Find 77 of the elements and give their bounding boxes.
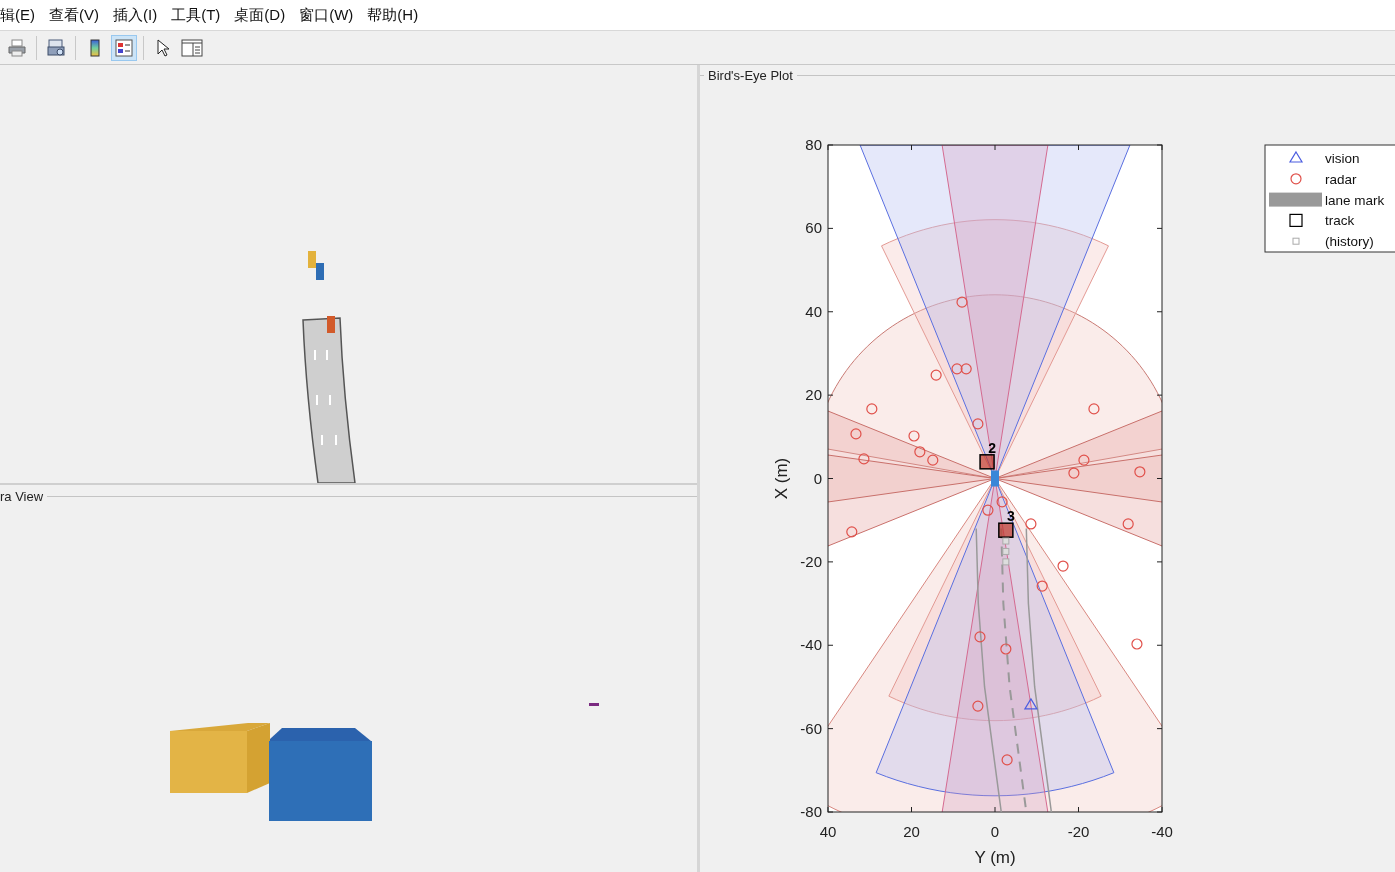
radar-detection (951, 363, 963, 375)
axis-label: Y (m) (974, 848, 1016, 867)
radar-detection (1131, 638, 1143, 650)
menu-item[interactable]: 工具(T) (171, 5, 221, 25)
history-marker (1002, 547, 1010, 555)
track-marker (998, 522, 1014, 538)
menu-item[interactable]: 窗口(W) (299, 5, 354, 25)
tick-label: -60 (800, 719, 822, 737)
radar-detection (914, 446, 926, 458)
radar-detection (1088, 403, 1100, 415)
tick-label: -40 (800, 636, 822, 654)
radar-detection (974, 631, 986, 643)
legend-button[interactable] (111, 34, 137, 61)
tick-label: 40 (819, 823, 837, 840)
vehicle-icon (327, 316, 335, 333)
radar-detection (972, 418, 984, 430)
property-panel-icon (181, 37, 203, 58)
radar-detection (846, 526, 858, 538)
legend-label: (history) (1325, 234, 1374, 250)
track-label: 3 (1006, 508, 1015, 525)
radar-detection (960, 363, 972, 375)
printer-icon (7, 37, 27, 58)
tick-label: 20 (903, 823, 920, 840)
radar-detection (996, 496, 1008, 508)
tick-label: 0 (813, 469, 822, 487)
panel-title: Bird's-Eye Plot (708, 67, 793, 83)
tick-label: -20 (800, 552, 822, 570)
legend-triangle-icon (1288, 150, 1304, 163)
history-marker (1002, 558, 1010, 566)
history-marker (1002, 537, 1010, 545)
radar-detection (1068, 467, 1080, 479)
print-preview-icon (46, 37, 66, 58)
menu-item[interactable]: 桌面(D) (234, 5, 286, 25)
legend-label: track (1325, 213, 1355, 229)
radar-detection (982, 504, 994, 516)
tick-label: 20 (805, 386, 822, 404)
radar-detection (956, 296, 968, 308)
tick-label: 0 (990, 823, 1000, 840)
legend-circle-icon (1290, 173, 1302, 185)
axis-label: X (m) (772, 457, 791, 500)
tick-label: 80 (805, 136, 822, 153)
tick-label: 60 (805, 219, 822, 237)
radar-detection (972, 700, 984, 712)
radar-detection (858, 453, 870, 465)
radar-detection (1134, 466, 1146, 478)
menu-item[interactable]: 插入(I) (113, 5, 158, 25)
menu-item[interactable]: 帮助(H) (367, 5, 419, 25)
vision-detection (1023, 697, 1038, 710)
panel-title: ra View (0, 488, 44, 504)
radar-detection (1001, 754, 1013, 766)
tick-label: -80 (800, 803, 822, 820)
legend-label: vision (1325, 151, 1360, 166)
marker-drawing (589, 703, 599, 706)
radar-detection (850, 428, 862, 440)
ego-vehicle (991, 470, 999, 487)
legend-icon (114, 37, 134, 58)
tick-label: 40 (805, 302, 822, 320)
radar-detection (908, 430, 920, 442)
legend-label: lane mark (1325, 192, 1385, 208)
legend-label: radar (1325, 171, 1357, 187)
radar-detection (1057, 560, 1069, 572)
radar-detection (930, 369, 942, 381)
radar-detection (866, 403, 878, 415)
tick-label: -20 (1067, 823, 1090, 840)
radar-detection (1036, 580, 1048, 592)
tick-label: -40 (1151, 823, 1173, 840)
radar-detection (927, 454, 939, 466)
track-marker (979, 454, 995, 470)
menu-item[interactable]: 查看(V) (49, 5, 99, 25)
radar-detection (1078, 454, 1090, 466)
track-label: 2 (988, 439, 996, 456)
radar-detection (1000, 643, 1012, 655)
radar-detection (1025, 518, 1037, 530)
legend-square-icon (1292, 237, 1300, 245)
legend-square-icon (1289, 213, 1303, 227)
menu-item[interactable]: 辑(E) (0, 5, 35, 25)
radar-detection (1122, 518, 1134, 530)
